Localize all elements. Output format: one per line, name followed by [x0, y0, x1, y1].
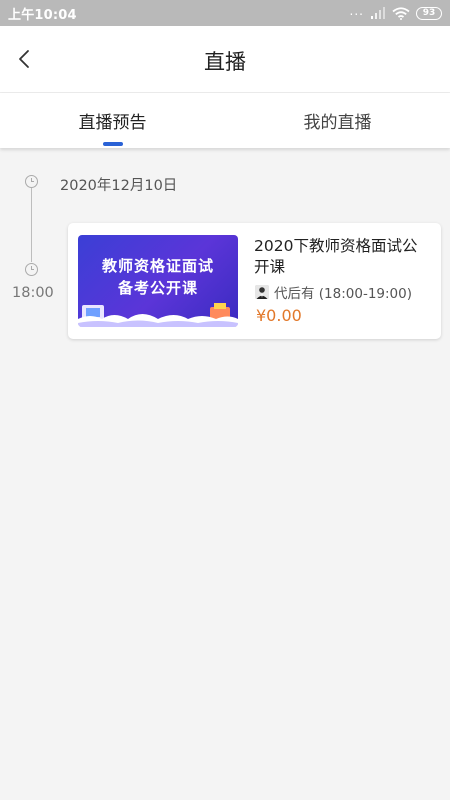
- teacher-avatar: [255, 285, 269, 299]
- status-time: 上午10:04: [8, 7, 77, 23]
- teacher-info: 代后有 (18:00-19:00): [255, 282, 412, 302]
- timeline-time: 18:00: [12, 285, 54, 301]
- signal-dots: ...: [349, 4, 364, 18]
- tab-active-indicator: [102, 142, 123, 146]
- tab-label: 我的直播: [303, 113, 372, 133]
- cover-title-line-2: 备考公开课: [117, 279, 198, 297]
- battery-icon: 93: [416, 6, 442, 20]
- wifi-icon: [392, 6, 410, 20]
- course-price: ¥0.00: [256, 306, 302, 325]
- page-title: 直播: [204, 50, 246, 74]
- teacher-name-time: 代后有 (18:00-19:00): [274, 286, 413, 302]
- tab-bar: 直播预告 我的直播: [0, 93, 450, 148]
- course-title: 2020下教师资格面试公开课: [254, 237, 418, 276]
- tab-live-preview[interactable]: 直播预告: [0, 93, 225, 148]
- course-card[interactable]: 教师资格证面试 备考公开课 2020下教师资格面试公开课 代后有 (18:00-…: [68, 223, 441, 339]
- nav-bar: 直播: [0, 26, 450, 93]
- status-bar: 上午10:04 ... 93: [0, 0, 450, 26]
- status-icons: ... 93: [349, 4, 442, 20]
- clock-icon: [25, 175, 38, 188]
- timeline-line: [31, 188, 32, 262]
- clock-icon: [25, 263, 38, 276]
- tab-my-live[interactable]: 我的直播: [225, 93, 450, 148]
- course-cover-image: 教师资格证面试 备考公开课: [78, 235, 238, 327]
- tab-label: 直播预告: [78, 113, 147, 133]
- cover-decoration: [78, 303, 238, 327]
- cellular-signal-icon: [371, 7, 385, 19]
- cover-title-line-1: 教师资格证面试: [101, 257, 214, 275]
- person-icon: [255, 285, 269, 299]
- timeline-date: 2020年12月10日: [60, 178, 178, 194]
